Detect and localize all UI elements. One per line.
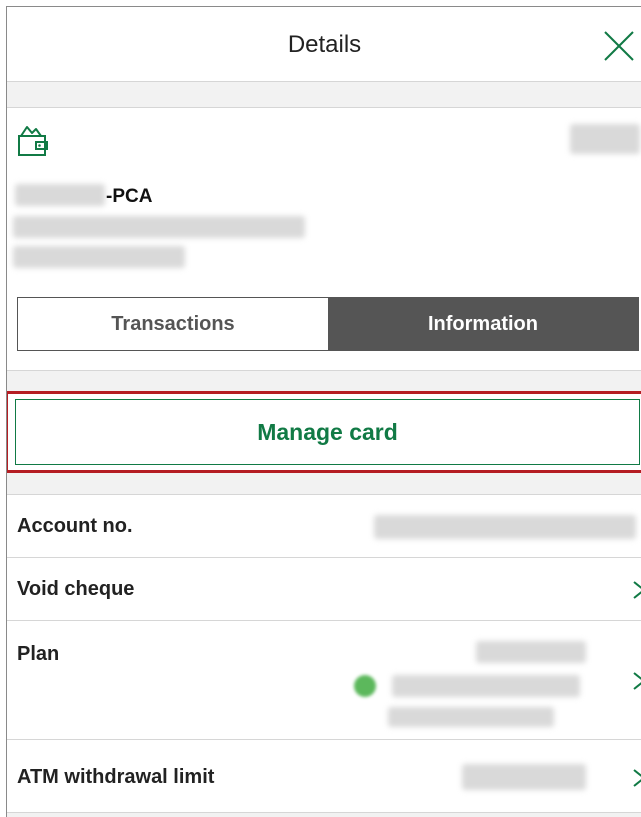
account-name-redacted <box>15 184 105 206</box>
wallet-icon <box>18 126 48 156</box>
plan-label: Plan <box>17 643 60 665</box>
account-no-label: Account no. <box>17 515 133 537</box>
tab-bar: Transactions Information <box>17 297 639 351</box>
account-name-suffix: -PCA <box>106 186 153 207</box>
list-item-atm-limit[interactable]: ATM withdrawal limit <box>7 740 641 813</box>
account-summary: -PCA <box>7 107 641 281</box>
chevron-right-icon <box>633 769 641 787</box>
header: Details <box>7 7 641 82</box>
plan-detail-redacted-1 <box>392 675 580 697</box>
close-button[interactable] <box>602 29 636 63</box>
plan-detail-redacted-2 <box>388 707 554 727</box>
list-item-account-no: Account no. <box>7 495 641 558</box>
void-cheque-label: Void cheque <box>17 578 135 600</box>
plan-name-redacted <box>476 641 586 663</box>
account-number-redacted <box>13 246 185 268</box>
list-item-void-cheque[interactable]: Void cheque <box>7 558 641 621</box>
close-icon <box>604 31 634 61</box>
account-balance-redacted <box>570 124 640 154</box>
status-dot <box>354 675 376 697</box>
tab-bar-container: Transactions Information <box>7 280 641 371</box>
manage-card-button[interactable]: Manage card <box>15 399 640 465</box>
tab-information[interactable]: Information <box>328 298 638 350</box>
info-list: Account no. Void cheque Plan ATM withdra… <box>7 494 641 813</box>
page-title: Details <box>287 31 362 58</box>
account-no-value-redacted <box>374 515 636 539</box>
chevron-right-icon <box>633 581 641 599</box>
atm-limit-value-redacted <box>462 764 586 790</box>
manage-card-highlight: Manage card <box>7 391 641 473</box>
account-type-redacted <box>13 216 305 238</box>
list-item-plan[interactable]: Plan <box>7 621 641 740</box>
atm-limit-label: ATM withdrawal limit <box>17 766 215 788</box>
chevron-right-icon <box>633 672 641 690</box>
tab-transactions[interactable]: Transactions <box>18 298 328 350</box>
details-panel: Details -PCA Transactions Information Ma <box>6 6 641 817</box>
